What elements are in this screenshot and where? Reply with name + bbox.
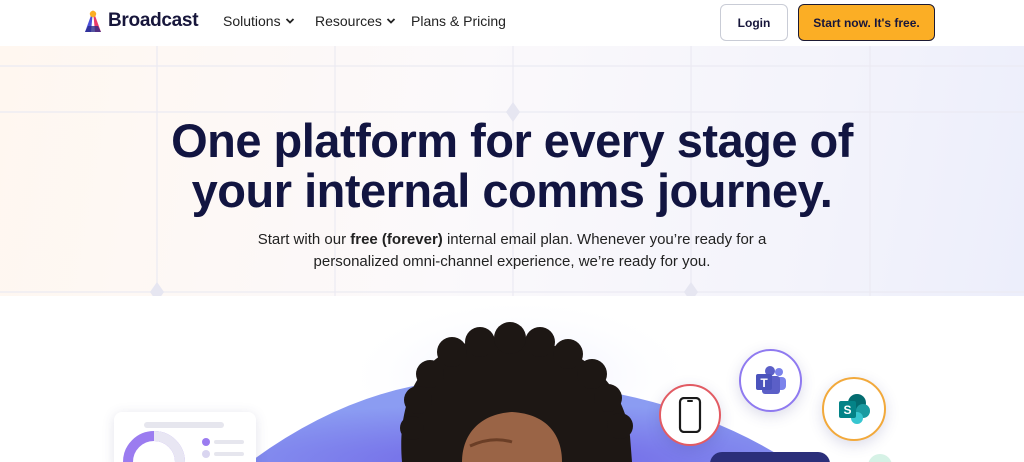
nav-solutions[interactable]: Solutions: [223, 13, 295, 29]
hero-headline-line1: One platform for every stage of: [171, 114, 853, 167]
microsoft-teams-icon: T: [755, 365, 786, 394]
nav-plans-pricing-label: Plans & Pricing: [411, 13, 506, 29]
nav-plans-pricing[interactable]: Plans & Pricing: [411, 13, 506, 29]
svg-text:S: S: [843, 403, 851, 417]
svg-text:T: T: [760, 376, 768, 390]
brand-name: Broadcast: [108, 10, 199, 31]
hero-headline-line2: your internal comms journey.: [191, 164, 833, 217]
broadcast-logo-icon: [85, 10, 101, 32]
nav-solutions-label: Solutions: [223, 13, 281, 29]
hero-subheadline: Start with our free (forever) internal e…: [0, 229, 1024, 273]
login-button[interactable]: Login: [720, 4, 788, 41]
hero-sub-line2: personalized omni-channel experience, we…: [313, 253, 711, 270]
hero-sub-bold: free (forever): [350, 231, 443, 248]
mobile-phone-icon: [678, 397, 702, 433]
nav-resources-label: Resources: [315, 13, 382, 29]
donut-chart-preview: [123, 422, 244, 462]
brand-logo[interactable]: Broadcast: [82, 8, 199, 34]
start-free-button[interactable]: Start now. It's free.: [798, 4, 935, 41]
teams-app-bubble: T: [739, 349, 802, 412]
sharepoint-app-bubble: S: [822, 377, 886, 441]
hero-sub-start: Start with our: [257, 231, 351, 248]
hero-sub-end: internal email plan. Whenever you’re rea…: [442, 231, 767, 248]
sharepoint-icon: S: [839, 394, 870, 424]
mobile-app-bubble: [659, 384, 721, 446]
chevron-down-icon: [386, 18, 396, 24]
hero-headline: One platform for every stage of your int…: [0, 116, 1024, 216]
chevron-down-icon: [285, 18, 294, 24]
hero-sub-line1: Start with our free (forever) internal e…: [0, 229, 1024, 251]
top-navigation: Broadcast Solutions Resources Plans & Pr…: [0, 0, 1024, 46]
nav-resources[interactable]: Resources: [315, 13, 396, 29]
dashboard-card: [114, 412, 256, 462]
